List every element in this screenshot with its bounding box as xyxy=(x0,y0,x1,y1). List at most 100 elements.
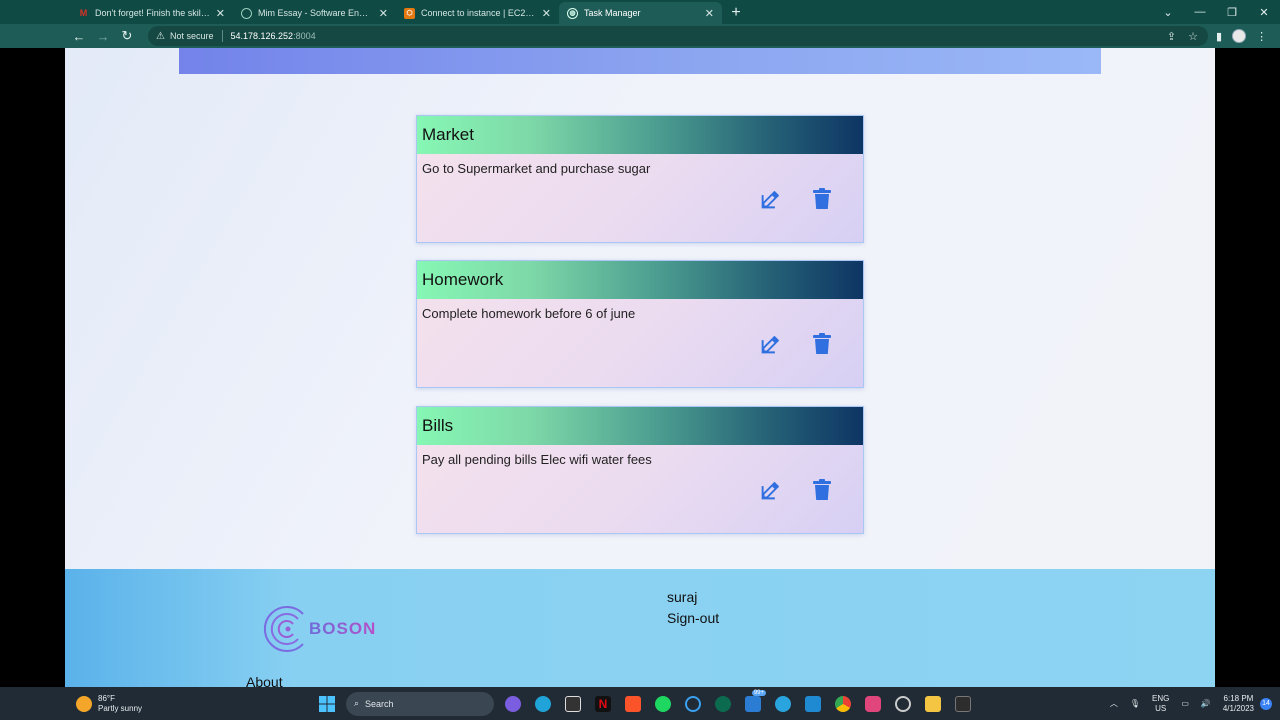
time: 6:18 PM xyxy=(1223,693,1254,703)
weather-status: Partly sunny xyxy=(98,703,143,713)
boson-logo-icon xyxy=(263,606,304,652)
system-tray: ︿ 🎙 ENG US ▭ 🔊 6:18 PM 4/1/2023 14 xyxy=(1104,687,1280,720)
language: ENG xyxy=(1151,693,1170,703)
pen-app-icon[interactable] xyxy=(708,687,738,720)
close-window-button[interactable]: ✕ xyxy=(1248,6,1280,19)
close-tab-icon[interactable]: ✕ xyxy=(379,7,388,20)
tab-title: Task Manager xyxy=(584,8,641,18)
close-tab-icon[interactable]: ✕ xyxy=(542,7,551,20)
clock-app-icon[interactable] xyxy=(888,687,918,720)
edit-icon[interactable] xyxy=(759,188,781,210)
side-panel-icon[interactable]: ▮ xyxy=(1216,30,1222,43)
site-footer: BOSON suraj Sign-out About xyxy=(65,569,1215,687)
share-icon[interactable]: ⇪ xyxy=(1167,30,1176,43)
close-tab-icon[interactable]: ✕ xyxy=(216,7,225,20)
date: 4/1/2023 xyxy=(1222,703,1254,713)
region: US xyxy=(1155,703,1167,713)
circle-icon xyxy=(241,7,252,19)
app-icon[interactable] xyxy=(858,687,888,720)
close-tab-icon[interactable]: ✕ xyxy=(705,7,714,20)
clock[interactable]: 6:18 PM 4/1/2023 xyxy=(1223,694,1254,714)
search-icon: ⌕ xyxy=(354,698,360,708)
minimize-button[interactable]: — xyxy=(1184,6,1216,18)
vscode-icon[interactable] xyxy=(798,687,828,720)
restore-button[interactable]: ❐ xyxy=(1216,6,1248,19)
os-taskbar: 86°F Partly sunny ⌕ Search N 99+ ︿ 🎙 ENG xyxy=(0,687,1280,720)
tab-title: Don't forget! Finish the skills qu xyxy=(95,8,210,18)
edge-icon[interactable] xyxy=(528,687,558,720)
trash-icon[interactable] xyxy=(811,479,833,501)
new-tab-button[interactable]: + xyxy=(724,2,748,24)
about-link[interactable]: About xyxy=(246,674,283,687)
profile-avatar[interactable] xyxy=(1232,29,1247,43)
task-title: Homework xyxy=(422,270,504,289)
task-description: Complete homework before 6 of june xyxy=(422,306,636,321)
task-actions xyxy=(759,188,833,210)
chrome-icon[interactable] xyxy=(828,687,858,720)
task-description: Pay all pending bills Elec wifi water fe… xyxy=(422,452,652,467)
edit-icon[interactable] xyxy=(759,479,781,501)
task-actions xyxy=(759,333,833,355)
file-explorer-icon[interactable] xyxy=(918,687,948,720)
language-indicator[interactable]: ENG US xyxy=(1152,694,1169,714)
letterbox-left xyxy=(0,48,65,687)
network-icon[interactable]: ▭ xyxy=(1181,699,1189,709)
gmail-icon: M xyxy=(79,8,88,18)
task-title: Bills xyxy=(422,416,454,435)
browser-tab-active[interactable]: ◍ Task Manager ✕ xyxy=(559,2,722,24)
bookmark-star-icon[interactable]: ☆ xyxy=(1188,30,1198,43)
mail-icon[interactable]: 99+ xyxy=(738,687,768,720)
edit-icon[interactable] xyxy=(759,333,781,355)
taskbar-apps: ⌕ Search N 99+ xyxy=(312,687,978,720)
address-bar[interactable]: ⚠ Not secure 54.178.126.252:8004 ⇪ ☆ xyxy=(148,26,1208,46)
chevron-up-icon[interactable]: ︿ xyxy=(1110,699,1118,709)
unread-badge: 99+ xyxy=(751,690,766,696)
trash-icon[interactable] xyxy=(811,188,833,210)
reload-icon[interactable]: ↻ xyxy=(116,28,138,44)
volume-icon[interactable]: 🔊 xyxy=(1201,699,1211,709)
temperature: 86°F xyxy=(98,693,115,703)
browser-tab-strip: M Don't forget! Finish the skills qu ✕ M… xyxy=(0,0,1280,24)
back-arrow-icon[interactable]: ← xyxy=(68,29,90,44)
task-card-header: Market xyxy=(417,116,863,154)
tab-search-icon[interactable]: ⌄ xyxy=(1152,6,1184,19)
header-banner xyxy=(179,48,1101,74)
terminal-icon[interactable] xyxy=(948,687,978,720)
task-card: Market Go to Supermarket and purchase su… xyxy=(416,115,864,243)
tab-title: Mim Essay - Software Engineer - xyxy=(258,8,373,18)
sign-out-link[interactable]: Sign-out xyxy=(667,610,719,626)
tab-title: Connect to instance | EC2 Manag xyxy=(421,8,536,18)
menu-kebab-icon[interactable]: ⋮ xyxy=(1256,30,1267,43)
address-toolbar: ← → ↻ ⚠ Not secure 54.178.126.252:8004 ⇪… xyxy=(0,24,1280,48)
microphone-icon[interactable]: 🎙 xyxy=(1130,699,1140,709)
browser-tab[interactable]: Mim Essay - Software Engineer - ✕ xyxy=(233,2,396,24)
windows-start-icon[interactable] xyxy=(312,687,342,720)
warning-icon[interactable]: ⚠ xyxy=(156,31,165,42)
task-title: Market xyxy=(422,125,474,144)
task-card: Bills Pay all pending bills Elec wifi wa… xyxy=(416,406,864,534)
taskbar-search[interactable]: ⌕ Search xyxy=(346,691,494,716)
boson-logo[interactable]: BOSON xyxy=(263,604,376,654)
netflix-icon[interactable]: N xyxy=(588,687,618,720)
spotify-icon[interactable] xyxy=(648,687,678,720)
weather-widget[interactable]: 86°F Partly sunny xyxy=(76,694,236,714)
cortana-icon[interactable] xyxy=(678,687,708,720)
epic-games-icon[interactable] xyxy=(558,687,588,720)
brave-icon[interactable] xyxy=(618,687,648,720)
aws-icon: ⬡ xyxy=(404,7,415,19)
telegram-icon[interactable] xyxy=(768,687,798,720)
notification-badge[interactable]: 14 xyxy=(1260,697,1272,710)
search-label: Search xyxy=(365,698,394,709)
task-card-header: Bills xyxy=(417,407,863,445)
browser-tab[interactable]: ⬡ Connect to instance | EC2 Manag ✕ xyxy=(396,2,559,24)
security-label[interactable]: Not secure xyxy=(170,31,214,41)
forward-arrow-icon[interactable]: → xyxy=(92,29,114,44)
url-port: :8004 xyxy=(293,31,316,41)
url-host: 54.178.126.252 xyxy=(230,31,294,41)
trash-icon[interactable] xyxy=(811,333,833,355)
browser-tab[interactable]: M Don't forget! Finish the skills qu ✕ xyxy=(70,2,233,24)
separator xyxy=(221,30,223,42)
task-card: Homework Complete homework before 6 of j… xyxy=(416,260,864,388)
task-description: Go to Supermarket and purchase sugar xyxy=(422,161,651,176)
teams-icon[interactable] xyxy=(498,687,528,720)
